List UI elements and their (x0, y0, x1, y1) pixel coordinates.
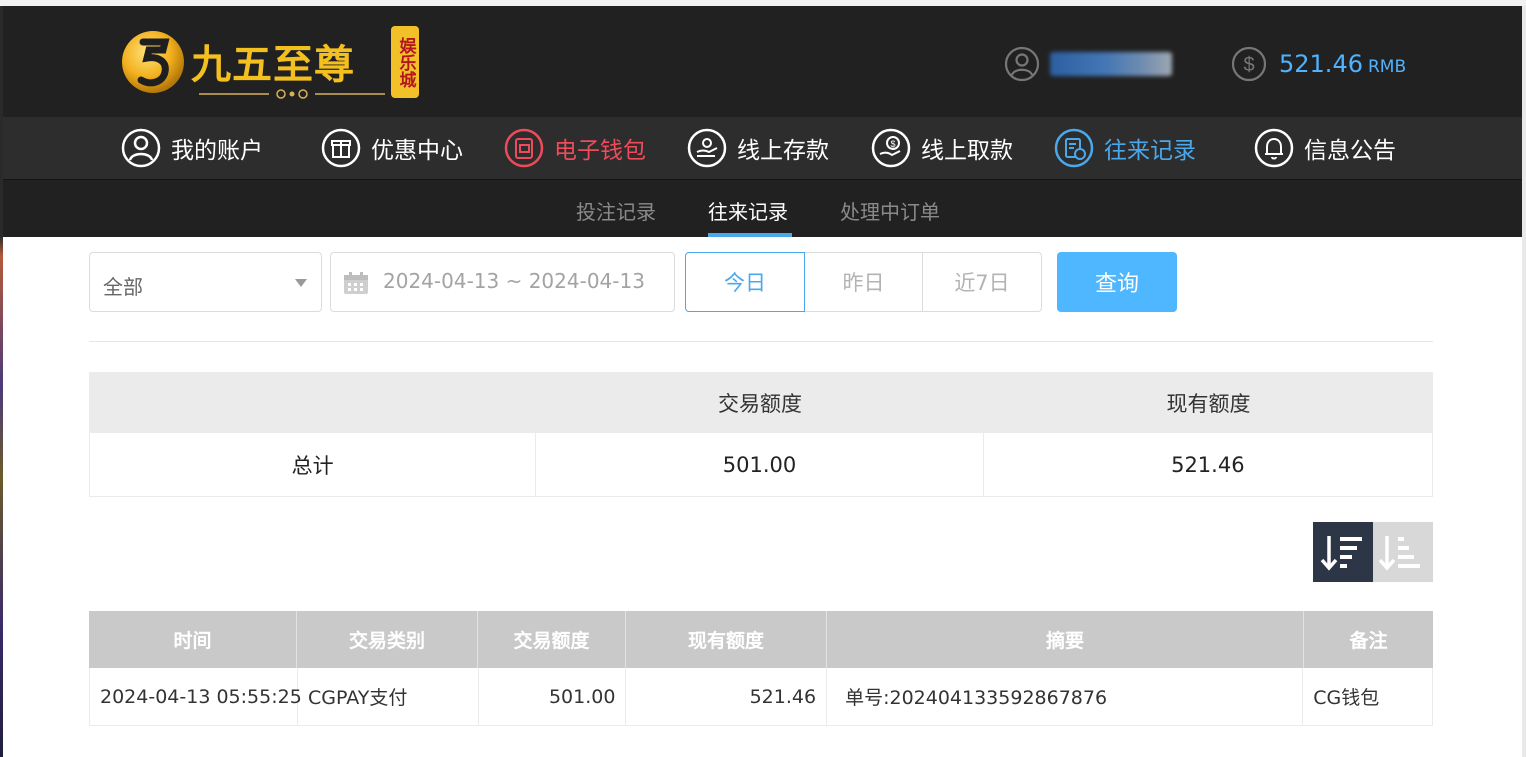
cell-note: CG钱包 (1313, 687, 1380, 709)
nav-label: 信息公告 (1304, 138, 1396, 164)
logo-emblem-icon (122, 31, 184, 93)
summary-header-current: 现有额度 (1166, 391, 1251, 416)
sub-nav: 投注记录 往来记录 处理中订单 (3, 179, 1522, 237)
last-7-days-button[interactable]: 近7日 (922, 252, 1042, 312)
col-summary: 摘要 (827, 611, 1304, 668)
cell-time: 2024-04-13 05:55:25 (90, 668, 302, 725)
bell-icon (1254, 128, 1294, 168)
type-select[interactable]: 全部 (89, 252, 322, 312)
summary-header: 交易额度 现有额度 (89, 372, 1433, 433)
dollar-icon: $ (1231, 46, 1267, 82)
logo-badge-text: 娱乐城 (395, 36, 416, 88)
table-row: 2024-04-13 05:55:25 CGPAY支付 501.00 521.4… (89, 668, 1433, 726)
balance-unit: RMB (1367, 57, 1407, 77)
nav-label: 电子钱包 (554, 138, 646, 164)
records-icon (1054, 128, 1094, 168)
svg-text:$: $ (1243, 54, 1254, 76)
records-panel: 全部 2024-04-13 ~ 2024-04-13 今日 昨日 近7日 查询 (3, 237, 1522, 757)
nav-transaction-records[interactable]: 往来记录 (1054, 126, 1196, 170)
nav-label: 往来记录 (1104, 138, 1196, 164)
type-select-value: 全部 (103, 275, 143, 299)
sort-descending-button[interactable] (1313, 522, 1373, 582)
cell-amount: 501.00 (479, 668, 627, 725)
wallet-icon (504, 128, 544, 168)
cell-balance: 521.46 (626, 668, 828, 725)
caret-down-icon (295, 279, 307, 287)
summary-header-transaction: 交易额度 (718, 391, 802, 416)
col-balance: 现有额度 (626, 611, 827, 668)
nav-label: 线上存款 (737, 138, 829, 164)
ornament-icon (199, 89, 385, 99)
today-button[interactable]: 今日 (685, 252, 805, 312)
cell-type: CGPAY支付 (298, 668, 479, 725)
summary-table: 交易额度 现有额度 总计 501.00 521.46 (89, 372, 1433, 497)
nav-label: 我的账户 (171, 138, 263, 164)
col-note: 备注 (1349, 630, 1388, 652)
username-redacted (1050, 52, 1172, 76)
nav-online-withdraw[interactable]: $ 线上取款 (871, 126, 1013, 170)
nav-label: 优惠中心 (371, 138, 463, 164)
summary-header-blank (89, 372, 536, 433)
summary-label: 总计 (90, 433, 537, 496)
deposit-icon (687, 128, 727, 168)
summary-row: 总计 501.00 521.46 (89, 433, 1433, 497)
user-account[interactable] (1004, 46, 1174, 82)
divider (89, 341, 1433, 342)
withdraw-icon: $ (871, 128, 911, 168)
site-header: 九五至尊 娱乐城 $ 521.46 RMB (3, 6, 1522, 117)
gift-icon (321, 128, 361, 168)
tab-transaction-records[interactable]: 往来记录 (708, 196, 788, 225)
nav-promotions[interactable]: 优惠中心 (321, 126, 463, 170)
date-range-input[interactable]: 2024-04-13 ~ 2024-04-13 (330, 252, 675, 312)
calendar-icon (344, 272, 368, 294)
nav-my-account[interactable]: 我的账户 (121, 126, 263, 170)
summary-transaction: 501.00 (536, 433, 984, 496)
user-icon (1004, 46, 1040, 82)
nav-label: 线上取款 (921, 138, 1013, 164)
scrollbar-track[interactable] (1522, 6, 1526, 757)
nav-announcements[interactable]: 信息公告 (1254, 126, 1396, 170)
records-table: 时间 交易类别 交易额度 现有额度 摘要 备注 2024-04-13 05:55… (89, 611, 1433, 726)
balance-text: 521.46 RMB (1279, 50, 1406, 78)
nav-online-deposit[interactable]: 线上存款 (687, 126, 829, 170)
sort-ascending-icon (1378, 536, 1420, 571)
yesterday-button[interactable]: 昨日 (804, 252, 923, 312)
col-time: 时间 (89, 611, 297, 668)
svg-text:$: $ (890, 139, 895, 149)
col-amount: 交易额度 (478, 611, 626, 668)
date-range-value: 2024-04-13 ~ 2024-04-13 (383, 269, 645, 293)
user-icon (121, 128, 161, 168)
nav-e-wallet[interactable]: 电子钱包 (504, 126, 646, 170)
records-header: 时间 交易类别 交易额度 现有额度 摘要 备注 (89, 611, 1433, 668)
main-nav: 我的账户 优惠中心 电子钱包 线上存款 $ 线上取款 往来记录 信息公告 (3, 117, 1522, 179)
sort-ascending-button[interactable] (1373, 522, 1433, 582)
tab-bet-records[interactable]: 投注记录 (576, 196, 656, 225)
sort-descending-icon (1320, 536, 1362, 571)
app-root: 九五至尊 娱乐城 $ 521.46 RMB 我的账户 优惠中心 电子钱包 线上存… (3, 6, 1522, 757)
site-logo[interactable]: 九五至尊 娱乐城 (119, 22, 419, 106)
logo-title: 九五至尊 (191, 41, 355, 88)
logo-badge: 娱乐城 (391, 26, 419, 98)
balance-value: 521.46 (1279, 50, 1363, 78)
cell-summary: 单号:202404133592867876 (827, 668, 1304, 725)
tab-pending-orders[interactable]: 处理中订单 (840, 196, 940, 225)
col-type: 交易类别 (297, 611, 478, 668)
summary-current: 521.46 (1171, 452, 1245, 477)
query-button[interactable]: 查询 (1057, 252, 1177, 312)
balance-display: $ 521.46 RMB (1231, 46, 1421, 82)
